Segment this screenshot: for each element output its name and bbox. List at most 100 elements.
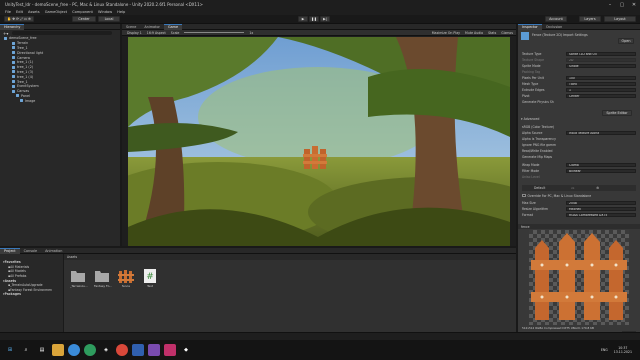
field-value[interactable] — [566, 137, 636, 141]
mute-audio-toggle[interactable]: Mute Audio — [465, 31, 483, 35]
field-value[interactable]: 100 — [566, 75, 636, 80]
field-value[interactable]: Mitchell — [566, 206, 636, 211]
menu-window[interactable]: Window — [98, 10, 112, 14]
scale-slider[interactable] — [184, 32, 245, 33]
inspector-field[interactable]: Format RGBA Compressed DXT5 — [522, 212, 636, 217]
field-value[interactable]: Single — [566, 63, 636, 68]
inspector-field[interactable]: Extrude Edges 1 — [522, 87, 636, 92]
app-icon[interactable] — [164, 344, 176, 356]
field-value[interactable]: 1 — [566, 87, 636, 92]
menu-component[interactable]: Component — [72, 10, 93, 14]
unity-icon[interactable]: ◆ — [180, 344, 192, 356]
field-value[interactable] — [566, 125, 636, 129]
inspector-field[interactable]: Texture Shape 2D — [522, 57, 636, 62]
pivot-center-button[interactable]: Center — [72, 16, 96, 22]
asset-item[interactable]: _TerrainAu... — [70, 269, 88, 288]
unity-hub-icon[interactable]: ◈ — [100, 344, 112, 356]
search-icon[interactable]: ⌕ — [20, 344, 32, 356]
inspector-field[interactable]: sRGB (Color Texture) — [522, 124, 636, 129]
hierarchy-item[interactable]: Image — [0, 98, 120, 103]
open-button[interactable]: Open — [618, 38, 634, 44]
field-value[interactable]: 2048 — [566, 200, 636, 205]
field-value[interactable]: Center — [566, 93, 636, 98]
layers-dropdown[interactable]: Layers — [579, 16, 601, 22]
step-button[interactable]: ▶| — [320, 16, 330, 22]
tab-occlusion[interactable]: Occlusion — [542, 24, 566, 30]
inspector-field[interactable]: Resize Algorithm Mitchell — [522, 206, 636, 211]
android-icon[interactable]: ⚙ — [596, 186, 599, 190]
field-value[interactable]: RGBA Compressed DXT5 — [566, 212, 636, 217]
monitor-icon[interactable]: ▭ — [571, 186, 574, 190]
menu-edit[interactable]: Edit — [16, 10, 23, 14]
tab-hierarchy[interactable]: Hierarchy — [0, 23, 25, 30]
inspector-field[interactable]: Filter Mode Bilinear — [522, 168, 636, 173]
field-value[interactable] — [566, 175, 636, 179]
tab-game[interactable]: Game — [163, 23, 183, 30]
explorer-icon[interactable] — [52, 344, 64, 356]
inspector-field[interactable]: Generate Physics Sh — [522, 99, 636, 104]
field-value[interactable]: Clamp — [566, 162, 636, 167]
menu-file[interactable]: File — [5, 10, 11, 14]
advanced-foldout[interactable]: ▾ Advanced — [521, 117, 539, 121]
inspector-field[interactable]: Generate Mip Maps — [522, 154, 636, 159]
inspector-field[interactable]: Pixels Per Unit 100 — [522, 75, 636, 80]
field-value[interactable] — [566, 155, 636, 159]
aspect-dropdown[interactable]: 16:9 Aspect — [147, 31, 166, 35]
transform-tools[interactable]: ✋ ✥ ⟳ ⤢ ▭ ⊕ — [4, 16, 34, 22]
inspector-field[interactable]: Alpha Is Transparency — [522, 136, 636, 141]
pivot-local-button[interactable]: Local — [98, 16, 120, 22]
inspector-field[interactable]: Read/Write Enabled — [522, 148, 636, 153]
tray-lang[interactable]: ENG — [601, 348, 608, 352]
tab-default[interactable]: Default — [534, 186, 545, 190]
account-dropdown[interactable]: Account — [545, 16, 567, 22]
field-value[interactable] — [566, 149, 636, 153]
field-value[interactable]: Tight — [566, 81, 636, 86]
inspector-field[interactable]: Wrap Mode Clamp — [522, 162, 636, 167]
game-view[interactable] — [128, 37, 510, 246]
field-value[interactable]: Bilinear — [566, 168, 636, 173]
browser-icon[interactable] — [68, 344, 80, 356]
gizmos-toggle[interactable]: Gizmos — [501, 31, 513, 35]
layout-dropdown[interactable]: Layout — [604, 16, 636, 22]
menu-assets[interactable]: Assets — [28, 10, 40, 14]
pause-button[interactable]: ❚❚ — [309, 16, 319, 22]
display-dropdown[interactable]: Display 1 — [127, 31, 142, 35]
field-value[interactable]: Input Texture Alpha — [566, 130, 636, 135]
asset-item[interactable]: Fantasy Fo... — [94, 269, 112, 288]
inspector-field[interactable]: Ignore PNG file gamm — [522, 142, 636, 147]
minimize-icon[interactable]: – — [604, 0, 616, 9]
hierarchy-search-input[interactable] — [12, 31, 113, 35]
visual-studio-icon[interactable] — [148, 344, 160, 356]
system-tray[interactable]: ENG 10:37 13.11.2021 — [601, 346, 640, 354]
windows-start-icon[interactable]: ⊞ — [4, 344, 16, 356]
chrome-icon[interactable] — [116, 344, 128, 356]
tab-console[interactable]: Console — [20, 248, 41, 254]
inspector-field[interactable]: Mesh Type Tight — [522, 81, 636, 86]
asset-item[interactable]: fence — [118, 269, 134, 288]
edge-icon[interactable] — [84, 344, 96, 356]
close-icon[interactable]: ✕ — [628, 0, 640, 9]
sprite-editor-button[interactable]: Sprite Editor — [602, 110, 632, 116]
inspector-field[interactable]: Sprite Mode Single — [522, 63, 636, 68]
task-view-icon[interactable]: ▤ — [36, 344, 48, 356]
field-value[interactable] — [566, 70, 636, 74]
inspector-field[interactable]: Alpha Source Input Texture Alpha — [522, 130, 636, 135]
tab-scene[interactable]: Scene — [122, 24, 140, 30]
inspector-field[interactable]: Max Size 2048 — [522, 200, 636, 205]
inspector-field[interactable]: Pivot Center — [522, 93, 636, 98]
mail-icon[interactable] — [132, 344, 144, 356]
field-value[interactable]: Sprite (2D and UI) — [566, 51, 636, 56]
maximize-on-play-toggle[interactable]: Maximize On Play — [432, 31, 460, 35]
field-value[interactable]: 2D — [566, 57, 636, 62]
maximize-icon[interactable]: ▢ — [616, 0, 628, 9]
stats-toggle[interactable]: Stats — [488, 31, 496, 35]
tab-project[interactable]: Project — [0, 247, 20, 254]
override-toggle[interactable]: Override For PC, Mac & Linux Standalone — [522, 193, 636, 198]
inspector-field[interactable]: Texture Type Sprite (2D and UI) — [522, 51, 636, 56]
tab-animator[interactable]: Animator — [140, 24, 164, 30]
menu-help[interactable]: Help — [117, 10, 125, 14]
inspector-field[interactable]: Packing Tag — [522, 69, 636, 74]
field-value[interactable] — [566, 100, 636, 104]
tab-animation[interactable]: Animation — [41, 248, 66, 254]
inspector-field[interactable]: Aniso Level — [522, 174, 636, 179]
